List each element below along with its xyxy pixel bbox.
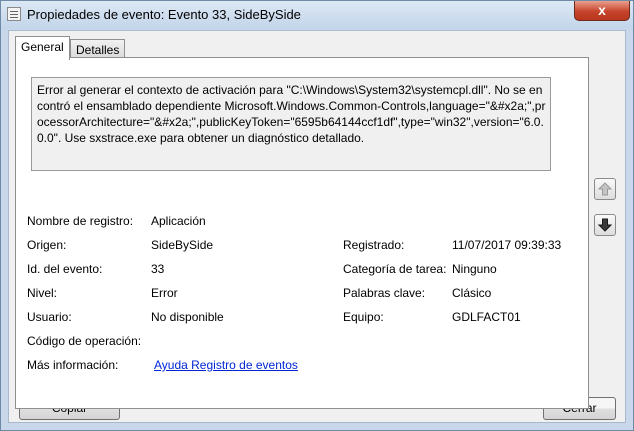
- tab-details[interactable]: Detalles: [70, 39, 126, 58]
- source-value: SideBySide: [151, 238, 214, 252]
- log-name-value: Aplicación: [151, 214, 206, 228]
- title-bar[interactable]: Propiedades de evento: Evento 33, SideBy…: [1, 1, 633, 29]
- logged-label: Registrado:: [343, 238, 405, 252]
- keywords-label: Palabras clave:: [343, 286, 426, 300]
- event-id-label: Id. del evento:: [27, 262, 103, 276]
- user-label: Usuario:: [27, 310, 72, 324]
- computer-label: Equipo:: [343, 310, 384, 324]
- task-category-label: Categoría de tarea:: [343, 262, 447, 276]
- general-tab-panel: Error al generar el contexto de activaci…: [15, 57, 589, 409]
- log-name-label: Nombre de registro:: [27, 214, 134, 228]
- op-code-label: Código de operación:: [27, 334, 142, 348]
- dialog-client-area: General Detalles Error al generar el con…: [8, 30, 626, 423]
- keywords-value: Clásico: [452, 286, 492, 300]
- event-viewer-icon: [7, 7, 21, 21]
- more-info-label: Más información:: [27, 358, 119, 372]
- event-log-help-link[interactable]: Ayuda Registro de eventos: [154, 358, 298, 372]
- level-label: Nivel:: [27, 286, 58, 300]
- arrow-up-icon: [598, 182, 612, 196]
- window-title: Propiedades de evento: Evento 33, SideBy…: [27, 7, 301, 22]
- level-value: Error: [151, 286, 178, 300]
- arrow-down-icon: [598, 218, 612, 232]
- event-id-value: 33: [151, 262, 165, 276]
- tab-general[interactable]: General: [15, 36, 70, 60]
- close-window-button[interactable]: x: [574, 1, 630, 21]
- user-value: No disponible: [151, 310, 224, 324]
- logged-value: 11/07/2017 09:39:33: [452, 238, 562, 252]
- event-description[interactable]: Error al generar el contexto de activaci…: [31, 77, 551, 171]
- task-category-value: Ninguno: [452, 262, 497, 276]
- event-properties-window: Propiedades de evento: Evento 33, SideBy…: [0, 0, 634, 431]
- previous-event-button[interactable]: [594, 178, 616, 200]
- computer-value: GDLFACT01: [452, 310, 521, 324]
- source-label: Origen:: [27, 238, 67, 252]
- next-event-button[interactable]: [594, 214, 616, 236]
